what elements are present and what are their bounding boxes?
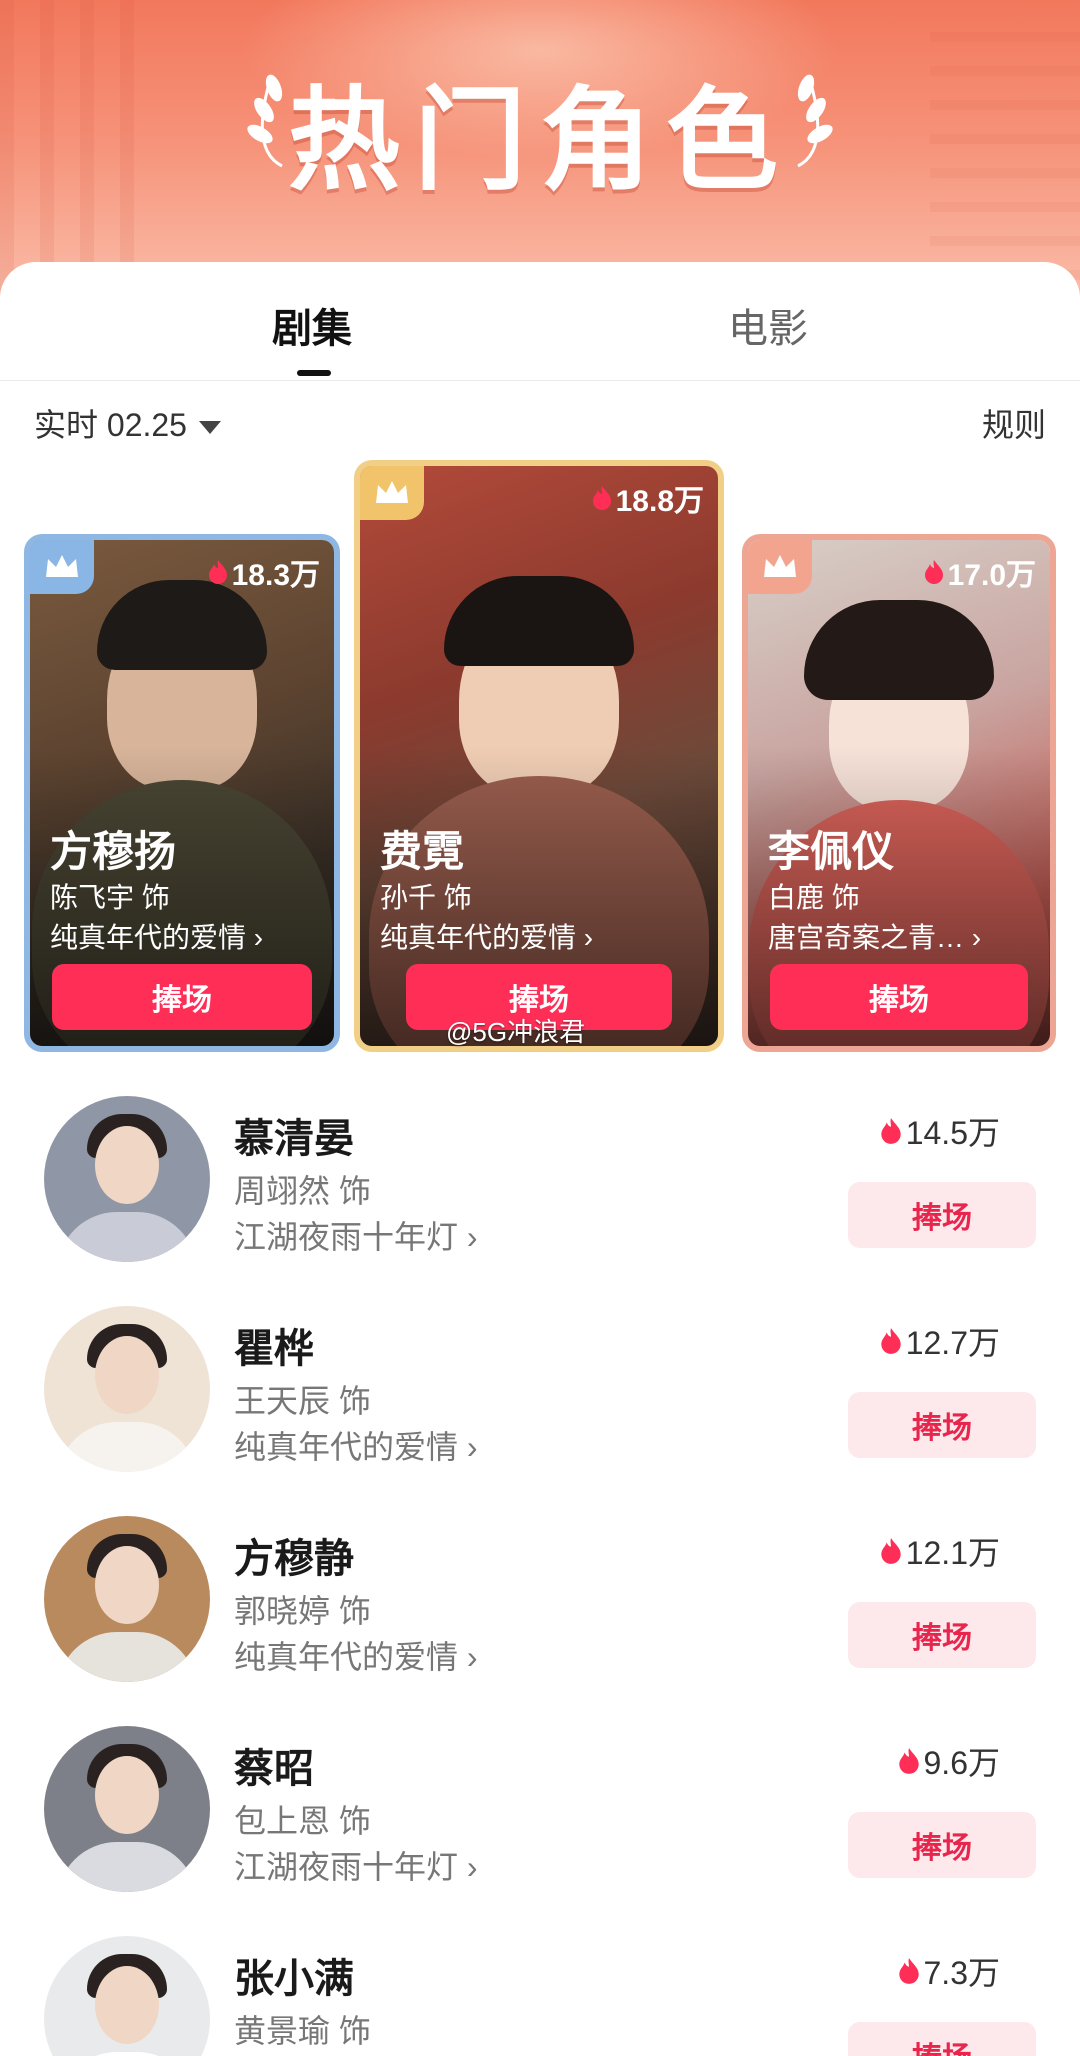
character-name: 蔡昭 <box>234 1747 314 1791</box>
fire-icon <box>592 486 611 510</box>
list-item[interactable]: 慕清晏 周翊然 饰 江湖夜雨十年灯 › 14.5万 捧场 <box>0 1096 1080 1296</box>
rank-badge <box>30 540 94 594</box>
actor-name: 郭晓婷 饰 <box>234 1593 371 1629</box>
fire-icon <box>208 560 227 584</box>
heat-value: 18.8万 <box>615 485 704 518</box>
crown-icon <box>376 481 408 503</box>
crown-icon <box>764 555 796 577</box>
heat-value: 12.7万 <box>905 1325 1000 1361</box>
heat-badge: 12.7万 <box>880 1318 1000 1364</box>
show-link[interactable]: 纯真年代的爱情 › <box>234 1422 478 1468</box>
avatar <box>44 1096 210 1262</box>
heat-value: 17.0万 <box>947 559 1036 592</box>
actor-name: 陈飞宇 饰 <box>50 882 170 913</box>
heat-badge: 17.0万 <box>924 550 1036 594</box>
podium-card-rank-2[interactable]: 18.3万 方穆扬 陈飞宇 饰 纯真年代的爱情 › 捧场 <box>24 534 340 1052</box>
fire-icon <box>881 1118 901 1144</box>
rules-link[interactable]: 规则 <box>982 400 1046 446</box>
body-shape <box>57 1632 197 1682</box>
body-shape <box>57 1422 197 1472</box>
heat-badge: 18.8万 <box>592 476 704 520</box>
heat-badge: 14.5万 <box>880 1108 1000 1154</box>
rank-badge <box>748 540 812 594</box>
page-title: 热门角色 <box>288 78 792 203</box>
show-link[interactable]: 江湖夜雨十年灯 › <box>234 1842 478 1888</box>
list-item[interactable]: 张小满 黄景瑜 饰 7.3万 捧场 <box>0 1936 1080 2056</box>
date-label: 实时 02.25 <box>34 407 187 443</box>
show-link[interactable]: 唐宫奇案之青… › <box>768 916 981 956</box>
avatar <box>44 1516 210 1682</box>
avatar <box>44 1726 210 1892</box>
avatar <box>44 1936 210 2056</box>
show-link[interactable]: 纯真年代的爱情 › <box>380 916 593 956</box>
heat-badge: 18.3万 <box>208 550 320 594</box>
support-button[interactable]: 捧场 <box>848 1812 1036 1878</box>
fire-icon <box>898 1748 919 1774</box>
support-button[interactable]: 捧场 <box>848 2022 1036 2056</box>
character-name: 慕清晏 <box>234 1117 354 1161</box>
hair-shape <box>804 600 994 700</box>
heat-badge: 12.1万 <box>880 1528 1000 1574</box>
heat-value: 7.3万 <box>923 1955 1001 1991</box>
heat-value: 9.6万 <box>923 1745 1001 1781</box>
laurel-icon <box>797 74 833 168</box>
watermark: @5G冲浪君 <box>446 1017 586 1047</box>
active-tab-indicator <box>297 370 331 376</box>
face-shape <box>95 1756 159 1834</box>
character-name: 方穆静 <box>234 1537 354 1581</box>
heat-value: 14.5万 <box>905 1115 1000 1151</box>
list-item[interactable]: 瞿桦 王天辰 饰 纯真年代的爱情 › 12.7万 捧场 <box>0 1306 1080 1506</box>
support-button[interactable]: 捧场 <box>848 1182 1036 1248</box>
character-name: 瞿桦 <box>234 1327 314 1371</box>
show-link[interactable]: 江湖夜雨十年灯 › <box>234 1212 478 1258</box>
show-link[interactable]: 纯真年代的爱情 › <box>50 916 263 956</box>
crown-icon <box>46 555 78 577</box>
date-selector[interactable]: 实时 02.25 <box>34 400 221 446</box>
list-item[interactable]: 蔡昭 包上恩 饰 江湖夜雨十年灯 › 9.6万 捧场 <box>0 1726 1080 1926</box>
fire-icon <box>881 1328 901 1354</box>
body-shape <box>57 2052 197 2056</box>
filter-row: 实时 02.25 规则 <box>0 400 1080 460</box>
caret-down-icon <box>198 421 221 435</box>
fire-icon <box>898 1958 919 1984</box>
fire-icon <box>924 560 943 584</box>
actor-name: 白鹿 饰 <box>768 882 860 913</box>
body-shape <box>57 1842 197 1892</box>
actor-name: 周翊然 饰 <box>234 1173 371 1209</box>
tab-series[interactable]: 剧集 <box>272 296 352 354</box>
tab-movies[interactable]: 电影 <box>728 296 808 354</box>
fire-icon <box>881 1538 901 1564</box>
character-name: 方穆扬 <box>50 828 177 875</box>
character-name: 费霓 <box>380 828 465 875</box>
support-button[interactable]: 捧场 <box>770 964 1028 1030</box>
heat-badge: 7.3万 <box>898 1948 1001 1994</box>
character-name: 李佩仪 <box>768 828 895 875</box>
rank-badge <box>360 466 424 520</box>
podium-card-rank-1[interactable]: 18.8万 费霓 孙千 饰 纯真年代的爱情 › 捧场 <box>354 460 724 1052</box>
face-shape <box>95 1546 159 1624</box>
support-button[interactable]: 捧场 <box>848 1602 1036 1668</box>
actor-name: 王天辰 饰 <box>234 1383 371 1419</box>
actor-name: 包上恩 饰 <box>234 1803 371 1839</box>
support-button[interactable]: 捧场 <box>52 964 312 1030</box>
heat-badge: 9.6万 <box>898 1738 1001 1784</box>
heat-value: 12.1万 <box>905 1535 1000 1571</box>
actor-name: 孙千 饰 <box>380 882 472 913</box>
hair-shape <box>444 576 634 666</box>
body-shape <box>57 1212 197 1262</box>
face-shape <box>95 1966 159 2044</box>
podium-card-rank-3[interactable]: 17.0万 李佩仪 白鹿 饰 唐宫奇案之青… › 捧场 <box>742 534 1056 1052</box>
actor-name: 黄景瑜 饰 <box>234 2013 371 2049</box>
show-link[interactable]: 纯真年代的爱情 › <box>234 1632 478 1678</box>
support-button[interactable]: 捧场 <box>848 1392 1036 1458</box>
avatar <box>44 1306 210 1472</box>
face-shape <box>95 1336 159 1414</box>
face-shape <box>95 1126 159 1204</box>
list-item[interactable]: 方穆静 郭晓婷 饰 纯真年代的爱情 › 12.1万 捧场 <box>0 1516 1080 1716</box>
character-name: 张小满 <box>234 1957 354 2001</box>
tab-bar: 剧集 电影 <box>0 262 1080 381</box>
heat-value: 18.3万 <box>231 559 320 592</box>
